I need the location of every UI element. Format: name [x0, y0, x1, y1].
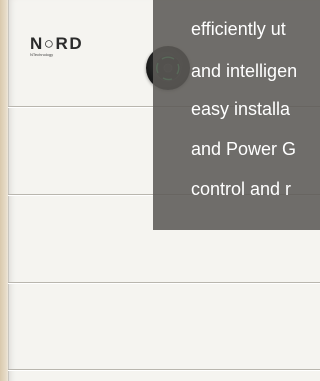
- overlay-text-line: efficiently ut: [191, 19, 286, 39]
- overlay-text-line: and Power G: [191, 139, 297, 159]
- overlay-text-line: easy installa: [191, 99, 291, 119]
- brand-logo: N○RD NTechnology: [30, 34, 84, 58]
- module-seam: [8, 369, 320, 370]
- product-image: N○RD NTechnology efficiently ut and inte…: [0, 0, 320, 381]
- description-overlay: efficiently ut and intelligen easy insta…: [153, 0, 320, 230]
- brand-logo-wordmark: N○RD: [30, 34, 84, 53]
- module-seam: [8, 282, 320, 283]
- overlay-text-line: and intelligen: [191, 61, 298, 81]
- overlay-text-line: control and r: [191, 179, 292, 199]
